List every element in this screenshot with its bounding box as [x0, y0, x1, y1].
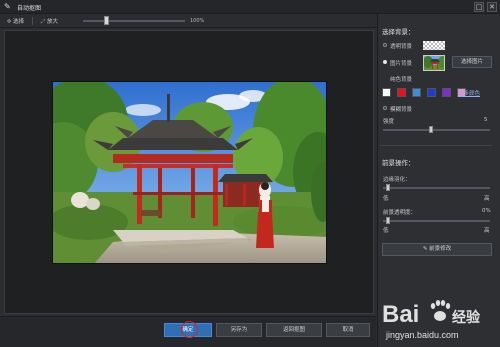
color-swatch[interactable]	[397, 88, 406, 97]
watermark-suffix: 经验	[452, 309, 481, 326]
edge-high-label: 高	[484, 196, 490, 202]
paw-icon	[430, 300, 451, 321]
toolbar-divider	[32, 17, 33, 25]
transparent-bg-label: 透明背景	[390, 44, 413, 50]
close-button[interactable]: ✕	[487, 2, 497, 12]
highlight-circle	[181, 321, 198, 338]
app-icon: ✎	[4, 2, 11, 11]
fg-low-label: 低	[383, 228, 389, 234]
more-colors-link[interactable]: 更多颜色	[458, 89, 480, 97]
fg-opacity-handle[interactable]	[386, 217, 391, 224]
fg-opacity-track[interactable]	[383, 220, 490, 222]
title-bar: ✎ 自动抠图 □ ✕	[0, 0, 500, 14]
select-tool-label: 选择	[13, 19, 25, 25]
blur-amount-label: 强度	[383, 119, 395, 125]
zoom-fit-icon: ⤢	[40, 19, 46, 25]
image-bg-radio[interactable]	[383, 60, 387, 64]
image-bg-label: 图片背景	[390, 61, 413, 67]
zoom-slider-handle[interactable]	[104, 16, 109, 25]
panel-divider	[380, 145, 492, 146]
choose-image-button[interactable]: 选择图片	[452, 56, 492, 68]
background-thumbnail[interactable]	[423, 55, 445, 71]
fg-high-label: 高	[484, 228, 490, 234]
fg-opacity-label: 前景透明度：	[383, 210, 417, 216]
zoom-slider-track[interactable]	[83, 20, 185, 22]
select-tool[interactable]: ✥ 选择	[6, 17, 24, 25]
color-swatch[interactable]	[427, 88, 436, 97]
edge-low-label: 低	[383, 196, 389, 202]
zoom-in-tool[interactable]: ⤢ 放大	[40, 17, 58, 26]
fg-opacity-value: 0%	[482, 208, 491, 214]
foreground-edit-label: 前景修改	[429, 246, 452, 252]
edge-blur-track[interactable]	[383, 187, 490, 189]
watermark-url: jingyan.baidu.com	[385, 330, 459, 340]
blur-amount-value: 5	[484, 117, 488, 123]
back-to-cutout-button[interactable]: 返回抠图	[266, 323, 322, 337]
watermark-brand: Bai	[382, 301, 419, 328]
edge-blur-handle[interactable]	[386, 184, 391, 191]
toolbar: ✥ 选择 ⤢ 放大	[0, 14, 376, 28]
move-icon: ✥	[6, 19, 12, 25]
background-heading: 选择背景：	[382, 28, 415, 36]
transparent-bg-radio[interactable]	[383, 43, 387, 47]
baidu-watermark: Bai 经验 jingyan.baidu.com	[380, 292, 498, 344]
blur-bg-radio[interactable]	[383, 106, 387, 110]
cancel-button[interactable]: 取消	[326, 323, 370, 337]
zoom-in-label: 放大	[47, 19, 59, 25]
blur-bg-label: 模糊背景	[390, 107, 413, 113]
foreground-edit-button[interactable]: ✎ 前景修改	[382, 243, 492, 256]
foreground-heading: 前景操作：	[382, 159, 415, 167]
save-as-button[interactable]: 另存为	[216, 323, 262, 337]
transparent-preview	[423, 41, 445, 50]
zoom-value: 100%	[190, 18, 205, 24]
window-title: 自动抠图	[17, 5, 42, 12]
blur-amount-handle[interactable]	[429, 126, 434, 133]
color-swatch[interactable]	[382, 88, 391, 97]
maximize-button[interactable]: □	[474, 2, 484, 12]
preview-image	[52, 81, 327, 264]
edge-blur-label: 边缘羽化：	[383, 177, 411, 183]
color-swatch[interactable]	[412, 88, 421, 97]
solid-bg-label: 纯色背景	[390, 77, 413, 83]
color-swatch[interactable]	[442, 88, 451, 97]
blur-amount-track[interactable]	[383, 129, 490, 131]
